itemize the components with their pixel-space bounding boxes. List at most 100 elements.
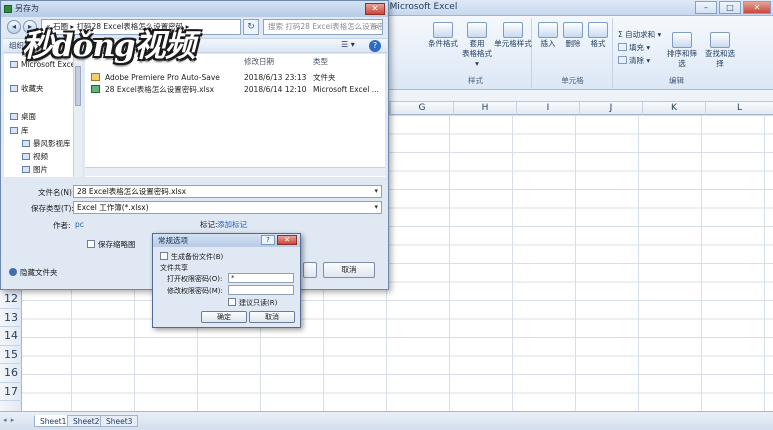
refresh-icon: ↻ bbox=[247, 22, 255, 32]
save-button[interactable] bbox=[303, 262, 317, 278]
nav-item-pictures[interactable]: 图片 bbox=[22, 165, 48, 175]
eraser-icon bbox=[618, 56, 627, 64]
nav-item-baofeng-library[interactable]: 暴风影视库 bbox=[22, 139, 71, 149]
column-header-g[interactable]: G bbox=[390, 102, 453, 115]
library-icon bbox=[10, 127, 18, 134]
group-label-cells: 单元格 bbox=[561, 76, 584, 85]
column-header-i[interactable]: I bbox=[516, 102, 579, 115]
sheet-nav-arrows[interactable]: ◂ ▸ bbox=[3, 416, 15, 424]
format-as-table-button[interactable]: 套用 表格格式 ▾ bbox=[460, 22, 494, 69]
navigation-pane: Microsoft Excel 收藏夹 桌面 库 暴风影视库 视频 图片 文档 bbox=[4, 54, 82, 177]
nav-item-videos[interactable]: 视频 bbox=[22, 152, 48, 162]
cell-styles-icon bbox=[503, 22, 523, 38]
close-dialog-button[interactable]: ✕ bbox=[277, 235, 297, 245]
close-dialog-button[interactable]: ✕ bbox=[365, 3, 385, 15]
filename-label: 文件名(N): bbox=[38, 188, 75, 197]
row-header[interactable]: 15 bbox=[0, 346, 22, 364]
readonly-recommended-checkbox[interactable]: 建议只读(R) bbox=[228, 298, 277, 308]
view-options-icon[interactable]: ☰ ▾ bbox=[341, 40, 355, 49]
row-header[interactable]: 12 bbox=[0, 290, 22, 309]
group-label-styles: 样式 bbox=[468, 76, 483, 85]
refresh-button[interactable]: ↻ bbox=[243, 19, 259, 35]
file-list-scrollbar[interactable] bbox=[85, 167, 385, 176]
ok-button[interactable]: 确定 bbox=[201, 311, 247, 323]
column-header-l[interactable]: L bbox=[705, 102, 773, 115]
close-window-button[interactable]: ✕ bbox=[743, 1, 771, 14]
column-header-h[interactable]: H bbox=[453, 102, 516, 115]
nav-item-desktop[interactable]: 桌面 bbox=[10, 112, 36, 122]
checkbox-icon bbox=[228, 298, 236, 306]
sort-filter-button[interactable]: 排序和筛选 bbox=[664, 32, 700, 69]
column-header-type[interactable]: 类型 bbox=[313, 56, 328, 67]
sort-filter-icon bbox=[672, 32, 692, 48]
row-header[interactable]: 13 bbox=[0, 309, 22, 327]
picture-icon bbox=[22, 166, 30, 173]
clear-button[interactable]: 清除 ▾ bbox=[618, 56, 650, 66]
insert-button[interactable]: 插入 bbox=[536, 22, 560, 49]
backup-checkbox[interactable]: 生成备份文件(B) bbox=[160, 252, 223, 262]
scrollbar-thumb[interactable] bbox=[75, 66, 81, 106]
group-label-editing: 编辑 bbox=[669, 76, 684, 85]
ribbon-group-styles: 条件格式 套用 表格格式 ▾ 单元格样式 样式 bbox=[420, 18, 532, 88]
fill-icon bbox=[618, 43, 627, 51]
author-label: 作者: bbox=[53, 221, 71, 230]
nav-item-libraries[interactable]: 库 bbox=[10, 126, 29, 136]
modify-password-input[interactable] bbox=[228, 285, 294, 295]
nav-pane-scrollbar[interactable] bbox=[73, 54, 82, 177]
fill-button[interactable]: 填充 ▾ bbox=[618, 43, 650, 53]
desktop-icon bbox=[10, 113, 18, 120]
excel-icon bbox=[10, 61, 18, 68]
row-header[interactable]: 14 bbox=[0, 327, 22, 346]
maximize-button[interactable]: □ bbox=[719, 1, 741, 14]
cell-styles-button[interactable]: 单元格样式 bbox=[494, 22, 532, 49]
chevron-down-icon: ▾ bbox=[374, 187, 378, 195]
save-thumbnail-checkbox[interactable]: 保存缩略图 bbox=[87, 239, 136, 250]
window-controls: – □ ✕ bbox=[695, 1, 771, 14]
file-list: 修改日期 类型 Adobe Premiere Pro Auto-Save 201… bbox=[85, 54, 385, 177]
save-as-title: 另存为 bbox=[15, 4, 39, 13]
general-options-dialog: 常规选项 ? ✕ 生成备份文件(B) 文件共享 打开权限密码(O): * 修改权… bbox=[152, 233, 301, 328]
save-as-titlebar: 另存为 ✕ bbox=[1, 1, 388, 17]
sheet-tab-bar: ◂ ▸ Sheet1 Sheet2 Sheet3 bbox=[0, 411, 773, 430]
back-button[interactable]: ◂ bbox=[7, 20, 21, 34]
file-row[interactable]: Adobe Premiere Pro Auto-Save 2018/6/13 2… bbox=[89, 72, 381, 83]
column-header-k[interactable]: K bbox=[642, 102, 705, 115]
search-input[interactable]: 搜索 打码28 Excel表格怎么设置密码 ⌕ bbox=[263, 19, 383, 35]
hide-folders-toggle[interactable]: 隐藏文件夹 bbox=[9, 267, 58, 278]
column-header-date[interactable]: 修改日期 bbox=[244, 56, 274, 67]
conditional-format-icon bbox=[433, 22, 453, 38]
cancel-button[interactable]: 取消 bbox=[323, 262, 375, 278]
insert-cells-icon bbox=[538, 22, 558, 38]
format-cells-icon bbox=[588, 22, 608, 38]
checkbox-icon bbox=[87, 240, 95, 248]
watermark-logo: 秒dǒng视频 bbox=[22, 28, 196, 64]
cancel-button[interactable]: 取消 bbox=[249, 311, 295, 323]
filename-input[interactable]: 28 Excel表格怎么设置密码.xlsx ▾ bbox=[73, 185, 382, 198]
autosum-button[interactable]: Σ 自动求和 ▾ bbox=[618, 30, 661, 40]
tags-label: 标记: bbox=[200, 220, 218, 229]
format-button[interactable]: 格式 bbox=[586, 22, 610, 49]
help-icon[interactable]: ? bbox=[369, 40, 381, 52]
file-sharing-label: 文件共享 bbox=[160, 264, 188, 272]
row-header[interactable]: 16 bbox=[0, 364, 22, 383]
ribbon-group-editing: Σ 自动求和 ▾ 填充 ▾ 清除 ▾ 排序和筛选 查找和选择 编辑 bbox=[614, 18, 739, 88]
find-select-button[interactable]: 查找和选择 bbox=[702, 32, 738, 69]
general-options-titlebar: 常规选项 ? ✕ bbox=[153, 234, 300, 247]
filetype-select[interactable]: Excel 工作簿(*.xlsx) ▾ bbox=[73, 201, 382, 214]
open-password-label: 打开权限密码(O): bbox=[167, 275, 223, 283]
open-password-input[interactable]: * bbox=[228, 273, 294, 283]
table-format-icon bbox=[467, 22, 487, 38]
conditional-format-button[interactable]: 条件格式 bbox=[426, 22, 460, 49]
search-icon: ⌕ bbox=[374, 22, 379, 31]
nav-item-favorites[interactable]: 收藏夹 bbox=[10, 84, 44, 94]
file-row[interactable]: 28 Excel表格怎么设置密码.xlsx 2018/6/14 12:10 Mi… bbox=[89, 84, 381, 95]
excel-app-icon bbox=[4, 5, 12, 13]
help-button[interactable]: ? bbox=[261, 235, 275, 245]
sheet-tab-3[interactable]: Sheet3 bbox=[100, 415, 139, 427]
delete-button[interactable]: 删除 bbox=[561, 22, 585, 49]
author-value[interactable]: pc bbox=[75, 220, 84, 229]
minimize-button[interactable]: – bbox=[695, 1, 717, 14]
column-header-j[interactable]: J bbox=[579, 102, 642, 115]
add-tags-link[interactable]: 添加标记 bbox=[217, 219, 247, 230]
row-header[interactable]: 17 bbox=[0, 383, 22, 401]
